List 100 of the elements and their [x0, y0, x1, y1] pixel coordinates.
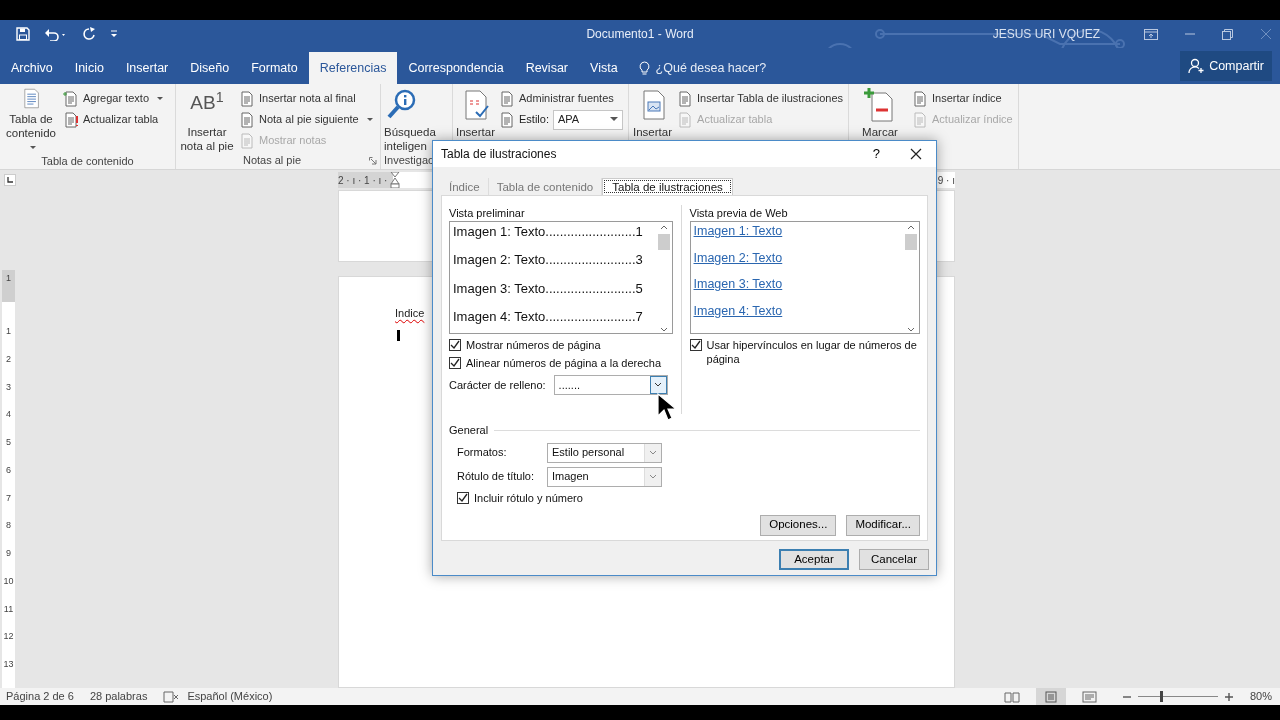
preview-link[interactable]: Imagen 3: Texto: [693, 276, 900, 303]
document-icon: [912, 90, 928, 107]
group-label: Notas al pie: [241, 153, 303, 169]
document-icon: [677, 111, 694, 128]
ribbon-button[interactable]: Insertar Tabla de ilustraciones: [675, 88, 845, 109]
ribbon-tab[interactable]: Vista: [579, 52, 629, 84]
tab-stop-icon[interactable]: [4, 174, 16, 186]
ruler-numbers: 9 · ı: [937, 173, 955, 188]
ribbon-tab[interactable]: Diseño: [179, 52, 241, 84]
footnote-icon: AB$^{1}$: [190, 88, 224, 122]
document-icon: [239, 132, 255, 149]
checkbox[interactable]: [449, 357, 461, 369]
preview-link[interactable]: Imagen 1: Texto: [693, 223, 900, 250]
ribbon-button[interactable]: Actualizar tabla: [61, 109, 166, 130]
ruler-number: 11: [2, 602, 15, 616]
field-label: Estilo:: [519, 112, 549, 128]
checkbox[interactable]: [457, 491, 469, 504]
section-label: Vista previa de Web: [689, 206, 789, 221]
dialog-button[interactable]: Modificar...: [846, 514, 920, 536]
dropdown[interactable]: Estilo personal: [547, 442, 662, 463]
preview-link[interactable]: Imagen 4: Texto: [693, 302, 900, 329]
ribbon-button[interactable]: Tabla de contenido: [3, 88, 59, 154]
heading-text: Indice: [395, 307, 425, 319]
dialog-button[interactable]: Opciones...: [760, 514, 837, 536]
ribbon-button[interactable]: Búsqueda inteligen: [384, 88, 440, 154]
ribbon-button[interactable]: Administrar fuentes: [497, 88, 625, 109]
page-icon: [1043, 691, 1058, 704]
preview-entry: Imagen 3: Texto.........................5: [453, 279, 644, 298]
restore-icon[interactable]: [1222, 28, 1234, 40]
ruler-number: 6: [5, 463, 12, 477]
help-button[interactable]: ?: [872, 144, 880, 164]
tell-me-field[interactable]: ¿Qué desea hacer?: [655, 58, 767, 78]
ribbon-display-icon[interactable]: [1144, 28, 1158, 40]
dialog-button[interactable]: Aceptar: [779, 549, 849, 570]
ruler-number: 9: [5, 547, 12, 560]
ribbon-tab[interactable]: Formato: [240, 52, 309, 84]
ruler-number: 1: [5, 272, 12, 285]
language-status[interactable]: Español (México): [187, 688, 273, 705]
preview-entry: Imagen 1: Texto.........................1: [453, 223, 644, 241]
indent-marker-icon[interactable]: [390, 172, 400, 188]
ruler-numbers: 2 · ı · 1 · ı ·: [338, 172, 394, 188]
scroll-thumb[interactable]: [905, 234, 917, 250]
close-button[interactable]: [910, 148, 922, 160]
ruler-number: 13: [2, 658, 15, 671]
window-title: Documento1 - Word: [586, 26, 694, 43]
undo-icon[interactable]: [44, 27, 68, 41]
checkbox[interactable]: [449, 339, 461, 351]
ruler-number: 8: [5, 519, 12, 533]
pointer-icon: [657, 393, 675, 421]
ribbon-tab[interactable]: Correspondencia: [397, 52, 515, 84]
dialog-button[interactable]: Cancelar: [859, 549, 929, 570]
document-icon: [239, 90, 255, 107]
read-mode-icon[interactable]: [1003, 690, 1020, 703]
ribbon-button[interactable]: Insertar índice: [910, 88, 1015, 109]
save-icon[interactable]: [16, 27, 30, 41]
ribbon-tab[interactable]: Inicio: [63, 52, 115, 84]
document-icon: [239, 111, 255, 128]
proofing-icon[interactable]: [163, 690, 180, 703]
ribbon-tab[interactable]: Insertar: [114, 52, 180, 84]
dialog-launcher-icon[interactable]: [369, 157, 377, 165]
section-label: General: [449, 423, 489, 438]
preview-link[interactable]: Imagen 2: Texto: [693, 249, 900, 276]
checkbox-label: Usar hipervínculos en lugar de números de página: [706, 338, 918, 366]
document-icon: [63, 90, 79, 107]
ribbon-button[interactable]: Nota al pie siguiente: [237, 109, 375, 130]
preview-entry: Imagen 2: Texto.........................3: [453, 251, 644, 270]
zoom-in-icon[interactable]: [1223, 691, 1234, 702]
document-icon: [677, 90, 694, 107]
style-document-icon: [499, 111, 516, 128]
redo-icon[interactable]: [82, 27, 96, 41]
print-layout-button[interactable]: [1035, 688, 1066, 705]
document-icon: [63, 111, 79, 128]
page-count[interactable]: Página 2 de 6: [6, 688, 74, 705]
zoom-level[interactable]: 80%: [1249, 688, 1272, 705]
ruler-number: 2: [5, 352, 12, 366]
preview-entry: Imagen 4: Texto.........................7: [453, 307, 644, 326]
group-label: Tabla de contenido: [40, 154, 135, 169]
word-count[interactable]: 28 palabras: [89, 688, 148, 705]
checkbox-label: Incluir rótulo y número: [474, 490, 583, 505]
dropdown[interactable]: Imagen: [547, 466, 662, 487]
customize-icon[interactable]: [110, 29, 118, 39]
text-cursor: [397, 330, 400, 341]
lightbulb-icon: [638, 60, 650, 76]
dialog-tab[interactable]: Tabla de ilustraciones: [602, 178, 733, 195]
ribbon-button[interactable]: Insertar nota al final: [237, 88, 375, 109]
ribbon-tab[interactable]: Revisar: [514, 52, 579, 84]
style-dropdown[interactable]: APA: [553, 109, 623, 130]
ribbon-button[interactable]: AB$^{1}$ Insertar nota al pie: [179, 88, 235, 154]
checkbox[interactable]: [689, 339, 702, 351]
share-button[interactable]: Compartir: [1180, 51, 1272, 81]
ribbon-tab[interactable]: Referencias: [308, 52, 398, 84]
ribbon-button[interactable]: Agregar texto: [61, 88, 166, 109]
ruler-number: 4: [5, 408, 12, 422]
ruler-number: 3: [5, 380, 12, 394]
section-label: Vista preliminar: [449, 206, 526, 221]
document-icon: [912, 111, 928, 128]
user-name[interactable]: JESUS URI VQUEZ: [992, 25, 1100, 43]
fill-character-dropdown[interactable]: .......: [553, 375, 668, 395]
scroll-thumb[interactable]: [657, 234, 670, 250]
ribbon-tab[interactable]: Archivo: [0, 52, 64, 84]
